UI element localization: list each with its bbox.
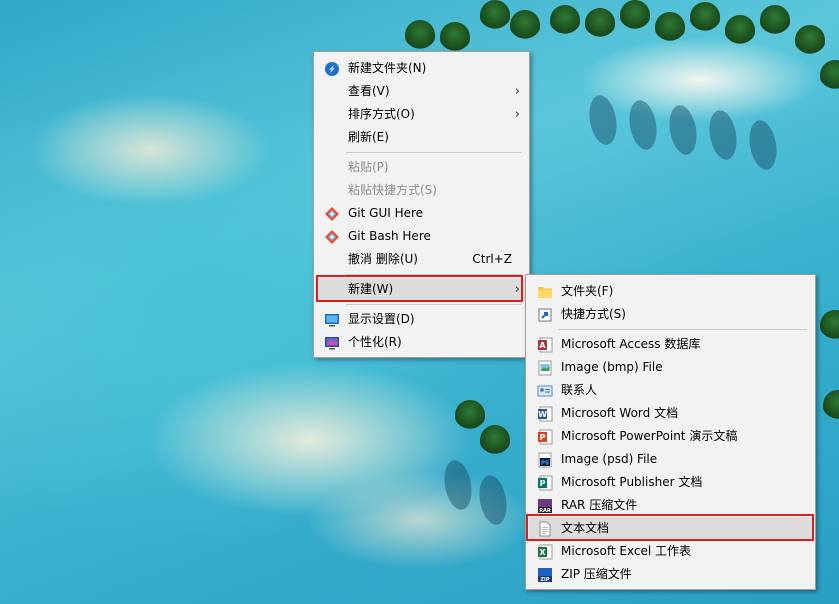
shortcut-icon: [537, 307, 553, 323]
menu-item-label: Microsoft PowerPoint 演示文稿: [561, 429, 738, 443]
menu-item-label: Image (psd) File: [561, 452, 658, 466]
menu-item-label: 刷新(E): [348, 130, 389, 144]
git-icon: [324, 229, 340, 245]
bmp-icon: [537, 360, 553, 376]
menu-item-label: Microsoft Excel 工作表: [561, 544, 692, 558]
svg-text:X: X: [539, 548, 546, 557]
menu-separator: [346, 152, 521, 153]
submenu-item-contact[interactable]: 联系人: [529, 379, 812, 402]
submenu-item-bmp[interactable]: Image (bmp) File: [529, 356, 812, 379]
menu-item-label: ZIP 压缩文件: [561, 567, 632, 581]
git-icon: [324, 206, 340, 222]
new-folder-icon: [324, 61, 340, 77]
shortcut-text: Ctrl+Z: [472, 252, 512, 266]
palm-trees-right: [815, 300, 839, 500]
menu-item-label: 快捷方式(S): [561, 307, 626, 321]
contact-icon: [537, 383, 553, 399]
chevron-right-icon: ›: [514, 84, 520, 99]
menu-item-new-folder[interactable]: 新建文件夹(N): [317, 57, 526, 80]
new-submenu: 文件夹(F) 快捷方式(S) A Microsoft Access 数据库 Im…: [525, 274, 816, 590]
menu-item-label: 文件夹(F): [561, 284, 614, 298]
rar-icon: RAR: [537, 498, 553, 514]
menu-item-label: 联系人: [561, 383, 598, 397]
menu-item-label: Microsoft Word 文档: [561, 406, 679, 420]
menu-item-undo-delete[interactable]: 撤消 删除(U) Ctrl+Z: [317, 248, 526, 271]
menu-item-label: 显示设置(D): [348, 312, 415, 326]
menu-item-label: 粘贴快捷方式(S): [348, 183, 437, 197]
menu-item-paste[interactable]: 粘贴(P): [317, 156, 526, 179]
menu-item-label: 个性化(R): [348, 335, 402, 349]
zip-icon: ZIP: [537, 567, 553, 583]
menu-item-label: 查看(V): [348, 84, 390, 98]
menu-item-label: Microsoft Access 数据库: [561, 337, 701, 351]
menu-item-git-gui[interactable]: Git GUI Here: [317, 202, 526, 225]
menu-item-label: 新建文件夹(N): [348, 61, 427, 75]
menu-item-personalize[interactable]: 个性化(R): [317, 331, 526, 354]
submenu-item-powerpoint[interactable]: P Microsoft PowerPoint 演示文稿: [529, 425, 812, 448]
submenu-item-excel[interactable]: X Microsoft Excel 工作表: [529, 540, 812, 563]
svg-text:W: W: [538, 410, 547, 419]
menu-item-paste-shortcut[interactable]: 粘贴快捷方式(S): [317, 179, 526, 202]
menu-item-label: Microsoft Publisher 文档: [561, 475, 703, 489]
menu-item-label: 排序方式(O): [348, 107, 415, 121]
menu-item-sort-by[interactable]: 排序方式(O) ›: [317, 103, 526, 126]
publisher-icon: P: [537, 475, 553, 491]
svg-text:A: A: [539, 341, 546, 350]
menu-separator: [558, 329, 807, 330]
chevron-right-icon: ›: [514, 107, 520, 122]
palm-trees-bottom: [440, 390, 530, 530]
menu-separator: [346, 304, 521, 305]
svg-text:PS: PS: [541, 461, 549, 467]
menu-item-label: 粘贴(P): [348, 160, 389, 174]
menu-item-label: Image (bmp) File: [561, 360, 663, 374]
menu-item-label: Git GUI Here: [348, 206, 424, 220]
word-icon: W: [537, 406, 553, 422]
menu-item-view[interactable]: 查看(V) ›: [317, 80, 526, 103]
desktop-context-menu: 新建文件夹(N) 查看(V) › 排序方式(O) › 刷新(E) 粘贴(P) 粘…: [313, 51, 530, 358]
svg-text:P: P: [540, 433, 546, 442]
submenu-item-access[interactable]: A Microsoft Access 数据库: [529, 333, 812, 356]
submenu-item-zip[interactable]: ZIP ZIP 压缩文件: [529, 563, 812, 586]
folder-icon: [537, 284, 553, 300]
menu-item-refresh[interactable]: 刷新(E): [317, 126, 526, 149]
submenu-item-folder[interactable]: 文件夹(F): [529, 280, 812, 303]
submenu-item-shortcut[interactable]: 快捷方式(S): [529, 303, 812, 326]
submenu-item-publisher[interactable]: P Microsoft Publisher 文档: [529, 471, 812, 494]
menu-item-display-settings[interactable]: 显示设置(D): [317, 308, 526, 331]
display-icon: [324, 312, 340, 328]
highlight-box-new: [316, 275, 523, 302]
menu-item-label: Git Bash Here: [348, 229, 431, 243]
svg-text:ZIP: ZIP: [540, 577, 549, 583]
access-icon: A: [537, 337, 553, 353]
powerpoint-icon: P: [537, 429, 553, 445]
menu-item-label: 撤消 删除(U): [348, 252, 418, 266]
submenu-item-psd[interactable]: PS Image (psd) File: [529, 448, 812, 471]
highlight-box-text-document: [526, 514, 814, 541]
menu-item-git-bash[interactable]: Git Bash Here: [317, 225, 526, 248]
excel-icon: X: [537, 544, 553, 560]
personalize-icon: [324, 335, 340, 351]
psd-icon: PS: [537, 452, 553, 468]
svg-text:P: P: [540, 479, 546, 488]
submenu-item-word[interactable]: W Microsoft Word 文档: [529, 402, 812, 425]
